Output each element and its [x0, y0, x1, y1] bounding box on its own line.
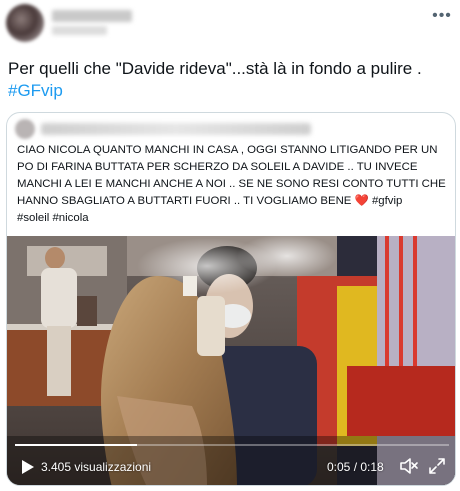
tweet-text: Per quelli che "Davide rideva"...stà là … — [8, 58, 458, 102]
quoted-author-name-blurred — [41, 123, 311, 135]
tweet-header: ••• — [0, 0, 460, 50]
view-count: 3.405 visualizzazioni — [41, 460, 152, 474]
author-name-blurred — [52, 10, 132, 22]
author-handle-blurred — [52, 26, 107, 35]
quoted-tweet-text: CIAO NICOLA QUANTO MANCHI IN CASA , OGGI… — [17, 142, 447, 227]
quoted-tweet-card[interactable]: CIAO NICOLA QUANTO MANCHI IN CASA , OGGI… — [6, 112, 456, 486]
more-horizontal-icon[interactable]: ••• — [430, 6, 454, 26]
video-progress-fill — [15, 444, 137, 446]
hashtag-gfvip[interactable]: #gfvip — [372, 195, 402, 207]
tweet-text-body: Per quelli che "Davide rideva"...stà là … — [8, 59, 422, 78]
quoted-tweet-header — [15, 119, 445, 141]
quoted-author-avatar — [15, 119, 35, 139]
heart-emoji: ❤️ — [354, 195, 369, 207]
video-time: 0:05 / 0:18 — [327, 460, 384, 474]
author-name-block[interactable] — [52, 8, 172, 38]
play-icon[interactable] — [17, 457, 37, 477]
hashtag-link[interactable]: #GFvip — [8, 81, 63, 100]
video-progress-track[interactable] — [15, 444, 449, 446]
video-player[interactable]: 3.405 visualizzazioni 0:05 / 0:18 — [7, 236, 455, 485]
video-frame — [7, 236, 455, 485]
fullscreen-icon[interactable] — [427, 456, 447, 476]
author-avatar[interactable] — [6, 4, 44, 42]
volume-icon[interactable] — [399, 456, 419, 476]
hashtag-soleil[interactable]: #soleil — [17, 212, 49, 224]
hashtag-nicola[interactable]: #nicola — [52, 212, 88, 224]
